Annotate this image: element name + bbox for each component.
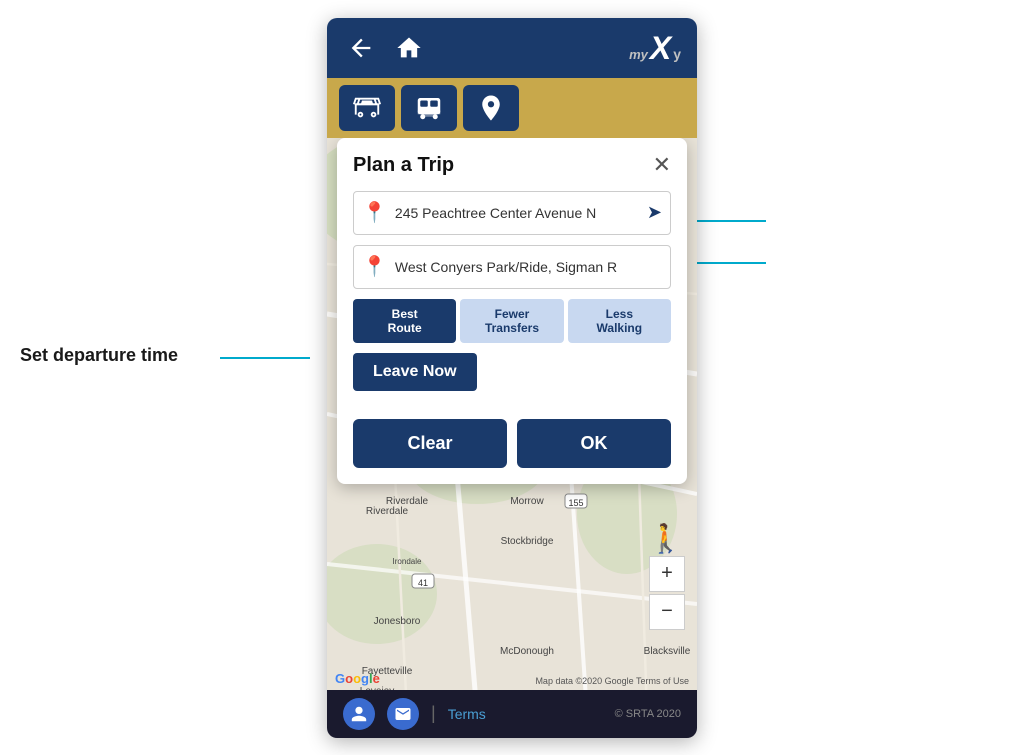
dialog-header: Plan a Trip ✕ bbox=[353, 154, 671, 177]
mode-transit-button[interactable] bbox=[401, 85, 457, 131]
less-walking-button[interactable]: LessWalking bbox=[568, 299, 671, 344]
leave-now-button[interactable]: Leave Now bbox=[353, 353, 477, 391]
mode-pin-button[interactable] bbox=[463, 85, 519, 131]
dialog-title: Plan a Trip bbox=[353, 154, 454, 177]
ending-address-arrow bbox=[686, 262, 766, 264]
top-bar-left bbox=[343, 30, 427, 66]
bottom-bar: | Terms © SRTA 2020 bbox=[327, 690, 697, 738]
close-button[interactable]: ✕ bbox=[653, 154, 671, 176]
page-wrapper: Starting address Ending address Set depa… bbox=[0, 0, 1024, 755]
action-row: Clear OK bbox=[353, 419, 671, 468]
google-logo: Google bbox=[335, 671, 380, 686]
svg-text:Blacksville: Blacksville bbox=[644, 646, 691, 657]
departure-arrow bbox=[220, 357, 310, 359]
ok-button[interactable]: OK bbox=[517, 419, 671, 468]
back-button[interactable] bbox=[343, 30, 379, 66]
starting-location-icon: 📍 bbox=[362, 200, 387, 225]
divider: | bbox=[431, 703, 436, 724]
annotation-departure: Set departure time bbox=[20, 345, 178, 366]
map-controls: + − bbox=[649, 556, 685, 630]
svg-text:Riverdale: Riverdale bbox=[386, 496, 429, 507]
svg-text:Stockbridge: Stockbridge bbox=[501, 536, 554, 547]
zoom-out-button[interactable]: − bbox=[649, 594, 685, 630]
svg-text:Morrow: Morrow bbox=[510, 496, 544, 507]
svg-text:Jonesboro: Jonesboro bbox=[374, 616, 421, 627]
svg-text:Irondale: Irondale bbox=[393, 557, 422, 566]
ending-address-input[interactable] bbox=[395, 259, 662, 275]
svg-text:McDonough: McDonough bbox=[500, 646, 554, 657]
gps-icon[interactable]: ➤ bbox=[647, 202, 662, 223]
mode-drive-button[interactable] bbox=[339, 85, 395, 131]
ending-address-row: 📍 bbox=[353, 245, 671, 289]
map-attribution: Map data ©2020 Google Terms of Use bbox=[535, 676, 689, 686]
app-logo: my X y bbox=[629, 32, 681, 64]
starting-address-input[interactable] bbox=[395, 205, 643, 221]
profile-button[interactable] bbox=[343, 698, 375, 730]
street-view-icon[interactable]: 🚶 bbox=[648, 522, 683, 555]
ending-location-icon: 📍 bbox=[362, 254, 387, 279]
fewer-transfers-button[interactable]: FewerTransfers bbox=[460, 299, 563, 344]
starting-address-arrow bbox=[686, 220, 766, 222]
mode-bar bbox=[327, 78, 697, 138]
phone-container: my X y bbox=[327, 18, 697, 738]
svg-text:Riverdale: Riverdale bbox=[366, 506, 409, 517]
route-options: BestRoute FewerTransfers LessWalking bbox=[353, 299, 671, 344]
top-bar: my X y bbox=[327, 18, 697, 78]
svg-text:155: 155 bbox=[568, 498, 583, 508]
starting-address-row: 📍 ➤ bbox=[353, 191, 671, 235]
plan-trip-dialog: Plan a Trip ✕ 📍 ➤ 📍 BestRoute Fe bbox=[337, 138, 687, 485]
svg-text:41: 41 bbox=[418, 578, 428, 588]
clear-button[interactable]: Clear bbox=[353, 419, 507, 468]
svg-text:Lovejoy: Lovejoy bbox=[360, 686, 394, 690]
messages-button[interactable] bbox=[387, 698, 419, 730]
map-area: 41 155 985 Alpharetta Suwanee Jonesboro … bbox=[327, 138, 697, 690]
zoom-in-button[interactable]: + bbox=[649, 556, 685, 592]
terms-link[interactable]: Terms bbox=[448, 706, 486, 722]
home-button[interactable] bbox=[391, 30, 427, 66]
copyright: © SRTA 2020 bbox=[615, 708, 681, 720]
best-route-button[interactable]: BestRoute bbox=[353, 299, 456, 344]
